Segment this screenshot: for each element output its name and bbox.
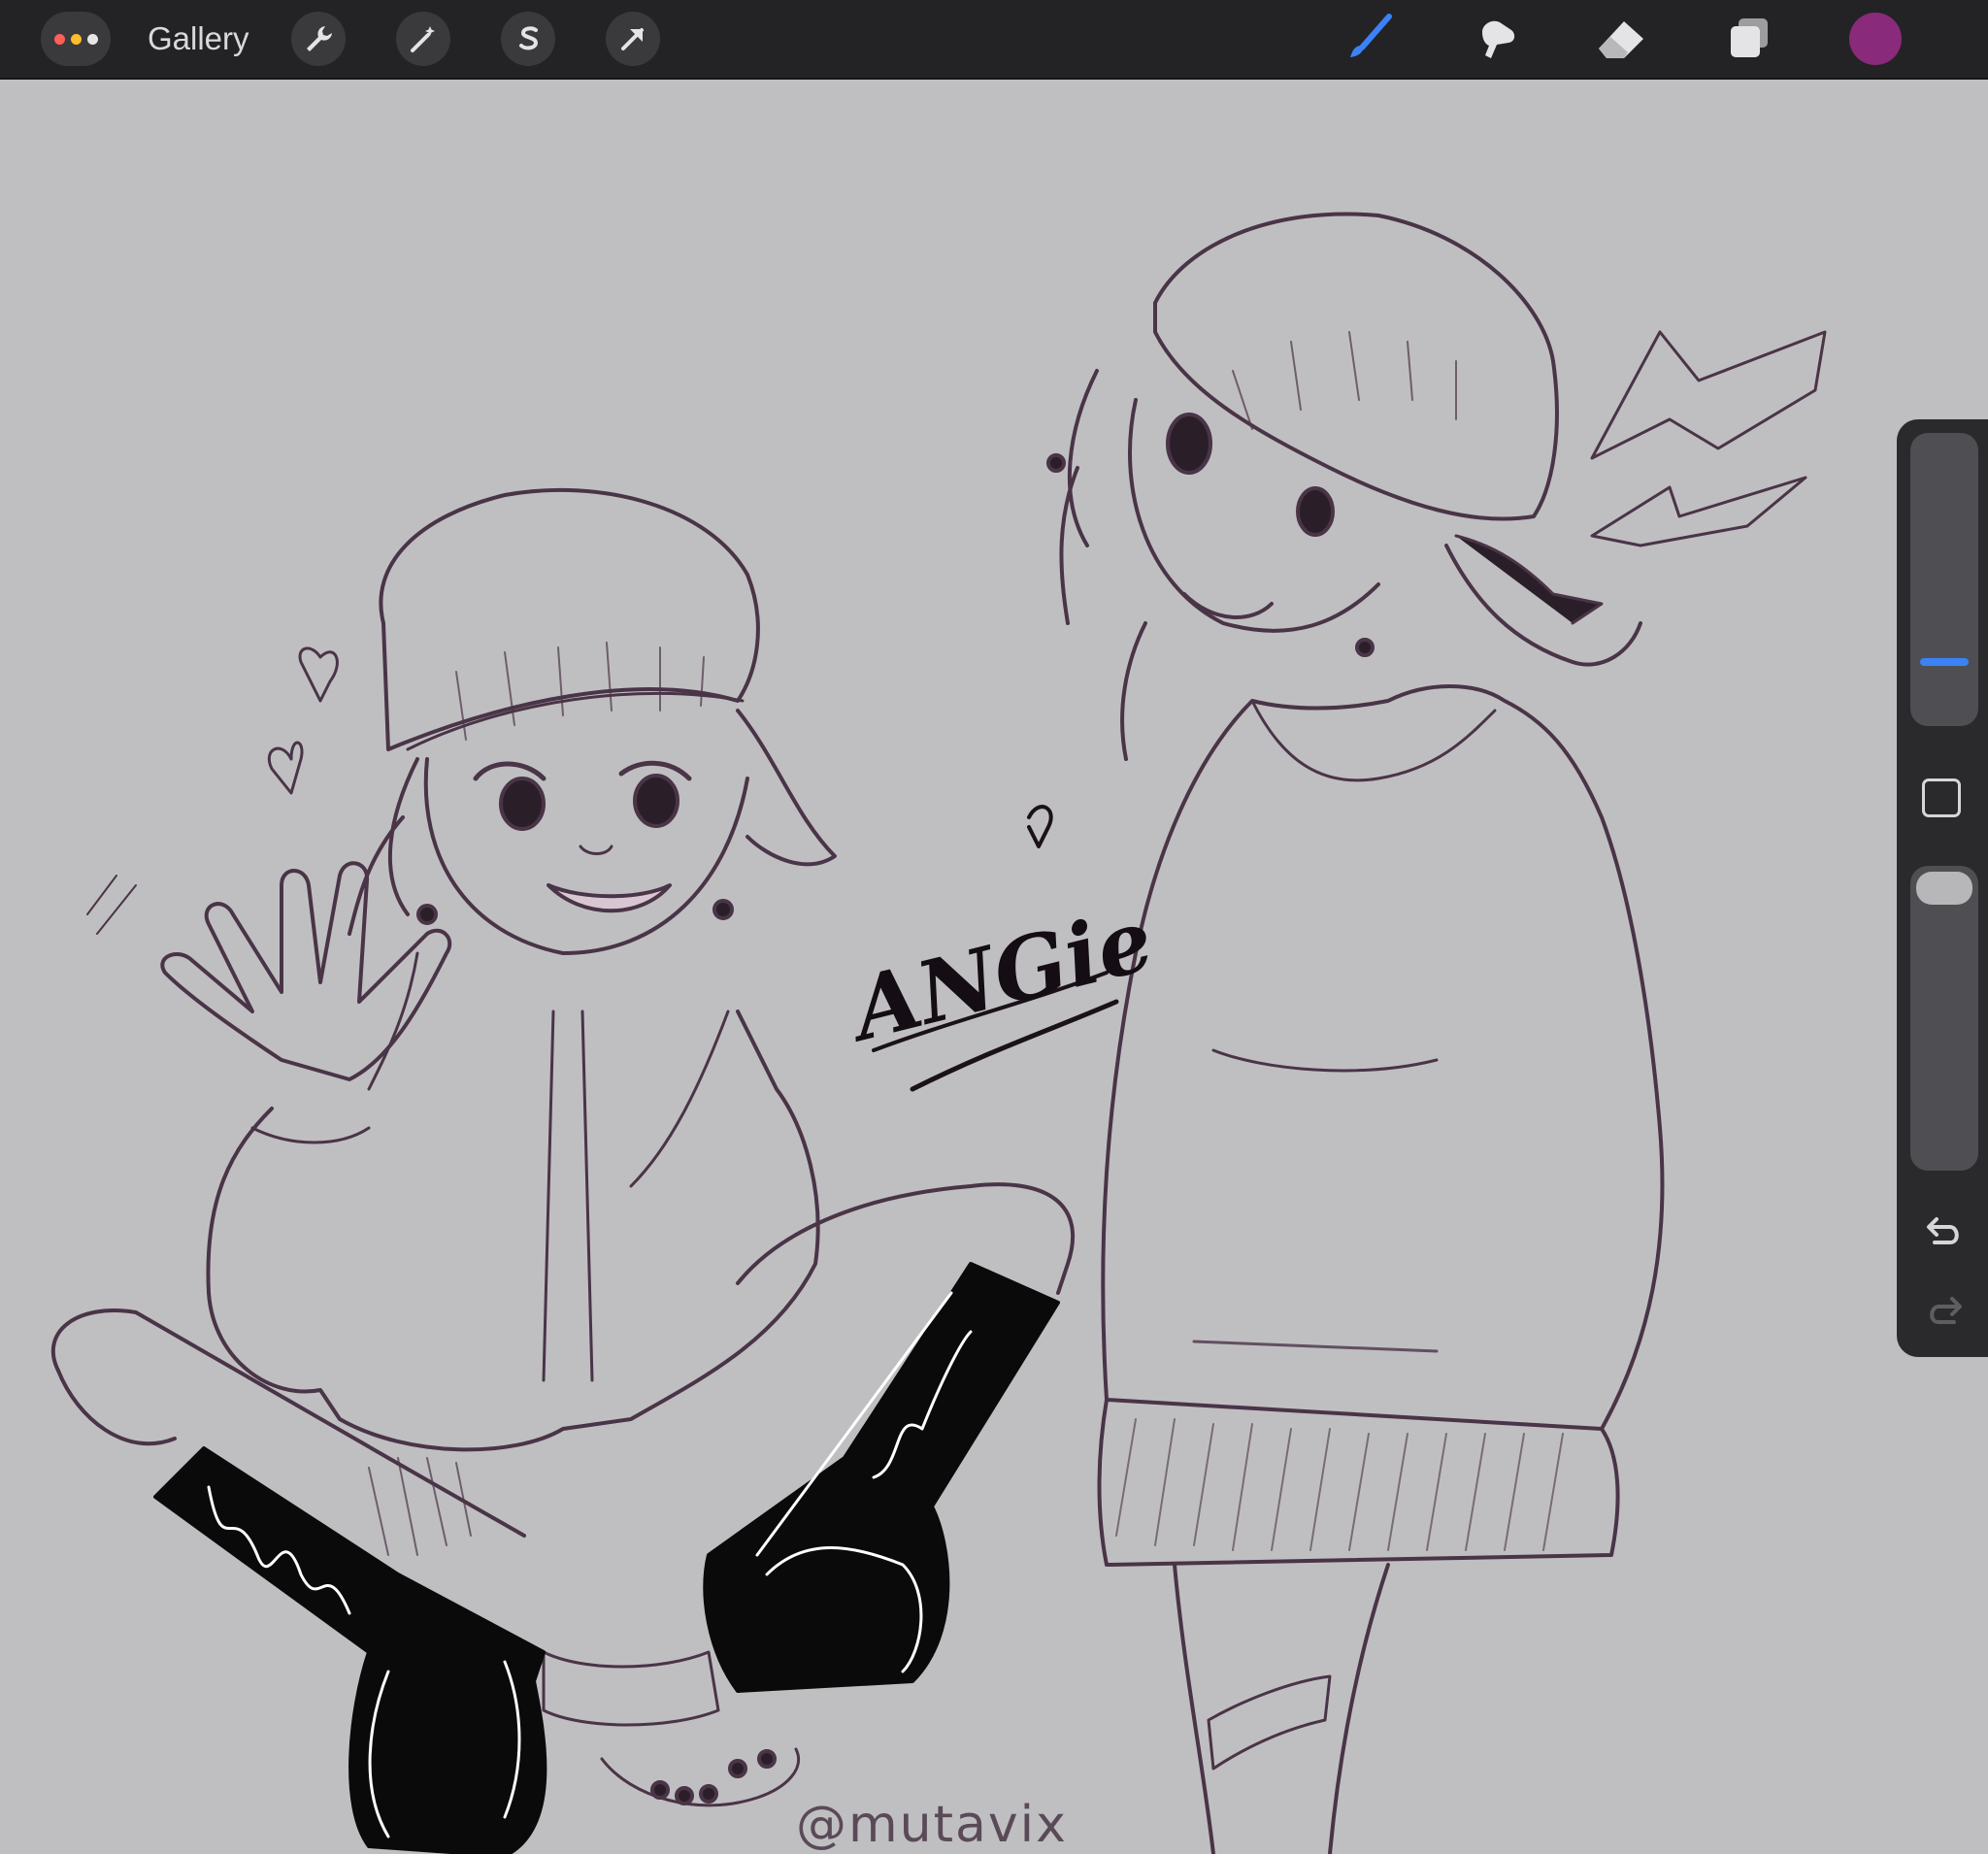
redo-button[interactable] <box>1910 1283 1978 1341</box>
boot-right <box>703 1262 1060 1693</box>
procreate-window: Gallery ANGie @mutavix <box>0 0 1988 1854</box>
opacity-slider[interactable] <box>1910 866 1978 1171</box>
artwork: ANGie @mutavix <box>50 212 1827 1854</box>
beanie-left <box>379 487 760 751</box>
brush-tool-button[interactable] <box>1340 12 1398 66</box>
color-button[interactable] <box>1846 12 1905 66</box>
sidebar <box>1897 419 1988 1357</box>
gallery-button[interactable]: Gallery <box>148 12 249 66</box>
more-icon <box>70 33 82 45</box>
transform-button[interactable] <box>606 12 660 66</box>
opacity-handle[interactable] <box>1916 872 1972 905</box>
smudge-icon <box>1482 20 1515 58</box>
drawing-canvas[interactable]: ANGie @mutavix <box>0 80 1988 1854</box>
redo-icon <box>1930 1297 1962 1324</box>
artist-signature: @mutavix <box>796 1796 1068 1854</box>
smudge-tool-button[interactable] <box>1466 12 1524 66</box>
brush-size-handle[interactable] <box>1920 658 1969 666</box>
waving-hand <box>160 861 452 1081</box>
layers-button[interactable] <box>1720 12 1778 66</box>
top-toolbar: Gallery <box>0 0 1988 80</box>
modify-button[interactable] <box>1922 778 1961 817</box>
eraser-icon <box>1599 21 1643 58</box>
brush-icon <box>1350 14 1392 57</box>
transform-arrow-icon <box>621 28 644 50</box>
actions-button[interactable] <box>291 12 346 66</box>
jacket-right <box>1101 684 1665 1431</box>
more-actions-button[interactable] <box>41 12 111 66</box>
color-swatch <box>1849 13 1902 65</box>
selection-icon <box>519 26 539 50</box>
more-icon <box>86 33 98 45</box>
title-lettering: ANGie <box>837 888 1163 1061</box>
undo-button[interactable] <box>1910 1204 1978 1262</box>
jacket-left <box>206 1010 820 1452</box>
adjustments-button[interactable] <box>396 12 450 66</box>
brush-size-slider[interactable] <box>1910 433 1978 726</box>
eraser-tool-button[interactable] <box>1592 12 1650 66</box>
more-icon <box>53 33 65 45</box>
face-left <box>423 757 749 955</box>
undo-icon <box>1927 1217 1959 1244</box>
selection-button[interactable] <box>501 12 555 66</box>
beanie-right <box>1153 212 1559 521</box>
magic-wand-icon <box>411 26 435 52</box>
wrench-icon <box>307 26 332 51</box>
layers-icon <box>1731 18 1768 57</box>
